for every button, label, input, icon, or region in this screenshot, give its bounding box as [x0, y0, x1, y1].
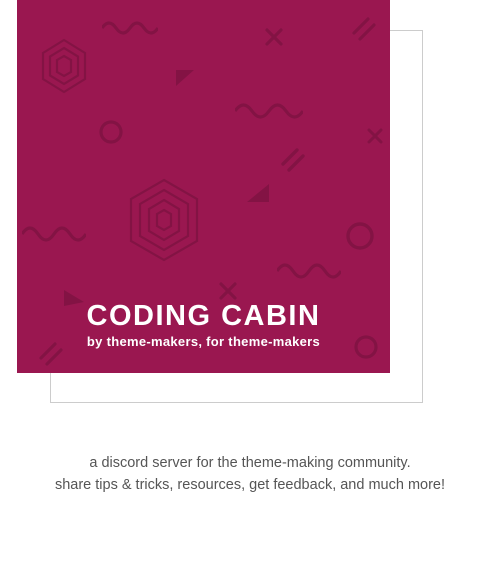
circle-icon — [97, 118, 125, 146]
triangle-icon — [172, 68, 196, 88]
parallel-lines-icon — [350, 15, 376, 41]
triangle-icon — [245, 182, 271, 204]
parallel-lines-icon — [279, 146, 307, 174]
hero-card: CODING CABIN by theme-makers, for theme-… — [17, 0, 390, 373]
card-title: CODING CABIN — [17, 302, 390, 331]
hexagon-icon — [39, 38, 89, 94]
circle-icon — [344, 220, 376, 252]
x-icon — [265, 28, 283, 46]
squiggle-icon — [277, 262, 341, 280]
description-text: a discord server for the theme-making co… — [0, 452, 500, 497]
x-icon — [367, 128, 383, 144]
squiggle-icon — [102, 20, 158, 36]
x-icon — [219, 282, 237, 300]
description-line-2: share tips & tricks, resources, get feed… — [10, 474, 490, 496]
title-block: CODING CABIN by theme-makers, for theme-… — [17, 302, 390, 349]
squiggle-icon — [235, 102, 303, 120]
squiggle-icon — [22, 225, 86, 243]
description-line-1: a discord server for the theme-making co… — [10, 452, 490, 474]
hexagon-icon — [127, 178, 201, 262]
card-subtitle: by theme-makers, for theme-makers — [17, 334, 390, 349]
